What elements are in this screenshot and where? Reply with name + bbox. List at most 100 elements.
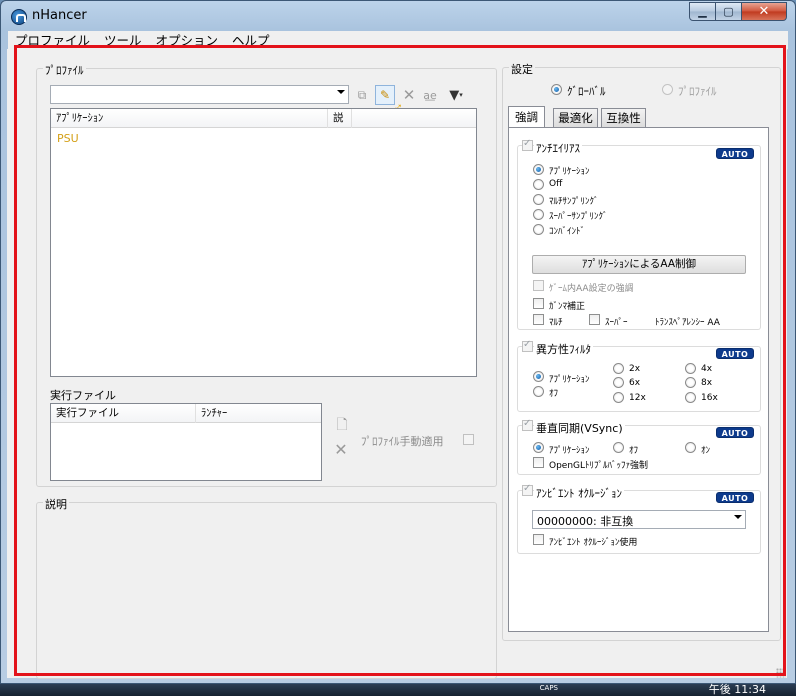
- af-12x-radio[interactable]: [613, 392, 624, 403]
- column-exe[interactable]: 実行ファイル: [51, 404, 196, 423]
- transparency-multi-label: ﾏﾙﾁ: [549, 318, 563, 328]
- vsync-application-radio[interactable]: [533, 442, 544, 453]
- vsync-title: 垂直同期(VSync): [534, 420, 625, 436]
- menu-tools[interactable]: ツール: [97, 31, 149, 50]
- minimize-button[interactable]: ▁: [689, 2, 716, 21]
- resize-grip[interactable]: [776, 668, 786, 678]
- gamma-label: ｶﾞﾝﾏ補正: [549, 302, 586, 312]
- tab-compatibility[interactable]: 互換性: [601, 108, 646, 127]
- exe-list-header: 実行ファイル ﾗﾝﾁｬｰ: [51, 404, 321, 423]
- vsync-off-label: ｵﾌ: [629, 446, 639, 456]
- maximize-button[interactable]: ▢: [716, 2, 742, 21]
- af-6x-radio[interactable]: [613, 377, 624, 388]
- window-title: nHancer: [32, 8, 87, 23]
- vsync-on-label: ｵﾝ: [701, 446, 711, 456]
- menu-options[interactable]: オプション: [149, 31, 226, 50]
- vsync-application-label: ｱﾌﾟﾘｹｰｼｮﾝ: [549, 446, 590, 456]
- af-off-label: ｵﾌ: [549, 389, 559, 399]
- title-bar[interactable]: nHancer ▁ ▢ ✕: [1, 1, 795, 31]
- app-name: PSU: [57, 132, 79, 145]
- copy-icon[interactable]: ⧉: [353, 86, 371, 104]
- af-off-radio[interactable]: [533, 386, 544, 397]
- af-2x-label: 2x: [629, 364, 641, 374]
- description-title: 説明: [43, 496, 69, 512]
- af-6x-label: 6x: [629, 378, 641, 388]
- column-application[interactable]: ｱﾌﾟﾘｹｰｼｮﾝ: [51, 109, 328, 128]
- af-8x-label: 8x: [701, 378, 713, 388]
- chevron-down-icon: [734, 515, 742, 519]
- remove-exe-icon[interactable]: ✕: [332, 440, 350, 459]
- column-description[interactable]: 説: [328, 109, 352, 128]
- anisotropic-title: 異方性ﾌｨﾙﾀ: [534, 341, 593, 357]
- application-list[interactable]: ｱﾌﾟﾘｹｰｼｮﾝ 説 PSU: [50, 108, 477, 377]
- af-4x-radio[interactable]: [685, 363, 696, 374]
- af-4x-label: 4x: [701, 364, 713, 374]
- filter-icon[interactable]: ▼ ▾: [443, 86, 469, 104]
- ambient-occlusion-combo-value: 00000000: 非互換: [537, 515, 634, 528]
- rename-icon[interactable]: a͟e: [421, 86, 439, 104]
- aa-off-radio[interactable]: [533, 179, 544, 190]
- af-16x-label: 16x: [701, 393, 718, 403]
- aa-supersampling-label: ｽｰﾊﾟｰｻﾝﾌﾟﾘﾝｸﾞ: [549, 212, 608, 222]
- nhancer-app-icon: [11, 9, 27, 25]
- aa-multisampling-radio[interactable]: [533, 194, 544, 205]
- scope-global-label: ｸﾞﾛｰﾊﾞﾙ: [567, 85, 606, 98]
- aa-combined-radio[interactable]: [533, 224, 544, 235]
- list-item[interactable]: PSU: [51, 128, 476, 145]
- ambient-occlusion-combo[interactable]: 00000000: 非互換: [532, 510, 746, 529]
- anisotropic-auto-badge: AUTO: [716, 348, 754, 359]
- af-application-radio[interactable]: [533, 371, 544, 382]
- ambient-occlusion-title: ｱﾝﾋﾞｴﾝﾄ ｵｸﾙｰｼﾞｮﾝ: [534, 485, 624, 501]
- clock[interactable]: 午後 11:34: [709, 681, 766, 696]
- aa-application-radio[interactable]: [533, 164, 544, 175]
- gamma-checkbox[interactable]: [533, 298, 544, 309]
- menu-help[interactable]: ヘルプ: [225, 31, 277, 50]
- vsync-off-radio[interactable]: [613, 442, 624, 453]
- exe-list[interactable]: 実行ファイル ﾗﾝﾁｬｰ: [50, 403, 322, 481]
- anisotropic-checkbox[interactable]: [522, 339, 533, 352]
- scope-profile-radio[interactable]: [662, 84, 673, 95]
- menu-bar: プロファイル ツール オプション ヘルプ: [8, 31, 788, 50]
- transparency-super-checkbox[interactable]: [589, 314, 600, 325]
- taskbar: CAPS 午後 11:34: [0, 681, 796, 696]
- tab-optimize[interactable]: 最適化: [553, 108, 598, 127]
- aa-supersampling-radio[interactable]: [533, 209, 544, 220]
- column-launcher[interactable]: ﾗﾝﾁｬｰ: [196, 404, 322, 423]
- transparency-aa-label: ﾄﾗﾝｽﾍﾟｱﾚﾝｼｰ AA: [655, 318, 720, 328]
- scope-global-radio[interactable]: [551, 84, 562, 95]
- aa-app-control-button[interactable]: ｱﾌﾟﾘｹｰｼｮﾝによるAA制御: [532, 255, 746, 274]
- close-button[interactable]: ✕: [742, 2, 787, 21]
- vsync-checkbox[interactable]: [522, 418, 533, 431]
- af-2x-radio[interactable]: [613, 363, 624, 374]
- profile-group-title: ﾌﾟﾛﾌｧｲﾙ: [43, 62, 86, 78]
- profile-combo[interactable]: [50, 85, 349, 104]
- window-controls: ▁ ▢ ✕: [689, 2, 787, 21]
- af-12x-label: 12x: [629, 393, 646, 403]
- aa-application-label: ｱﾌﾟﾘｹｰｼｮﾝ: [549, 167, 590, 177]
- opengl-triple-buffer-label: OpenGLﾄﾘﾌﾟﾙﾊﾞｯﾌｧ強制: [549, 461, 649, 471]
- ambient-occlusion-checkbox[interactable]: [522, 483, 533, 496]
- manual-apply-checkbox[interactable]: [463, 434, 474, 445]
- caps-indicator: CAPS: [539, 684, 558, 692]
- aa-off-label: Off: [549, 179, 563, 189]
- vsync-on-radio[interactable]: [685, 442, 696, 453]
- transparency-multi-checkbox[interactable]: [533, 314, 544, 325]
- af-8x-radio[interactable]: [685, 377, 696, 388]
- settings-title: 設定: [509, 61, 535, 77]
- enhance-tab-panel: ｱﾝﾁｴｲﾘｱｽ AUTO ｱﾌﾟﾘｹｰｼｮﾝ Off ﾏﾙﾁｻﾝﾌﾟﾘﾝｸﾞ …: [508, 127, 769, 632]
- antialias-auto-badge: AUTO: [716, 148, 754, 159]
- application-list-header: ｱﾌﾟﾘｹｰｼｮﾝ 説: [51, 109, 476, 128]
- ingame-aa-checkbox[interactable]: [533, 280, 544, 291]
- antialias-checkbox[interactable]: [522, 138, 533, 151]
- vsync-auto-badge: AUTO: [716, 427, 754, 438]
- manual-apply-label: ﾌﾟﾛﾌｧｲﾙ手動適用: [361, 435, 444, 448]
- opengl-triple-buffer-checkbox[interactable]: [533, 457, 544, 468]
- menu-profile[interactable]: プロファイル: [8, 31, 97, 50]
- add-exe-icon[interactable]: 🗋: [333, 417, 351, 435]
- tab-enhance[interactable]: 強調: [508, 106, 545, 128]
- af-16x-radio[interactable]: [685, 392, 696, 403]
- ambient-occlusion-use-checkbox[interactable]: [533, 534, 544, 545]
- ambient-occlusion-use-label: ｱﾝﾋﾞｴﾝﾄ ｵｸﾙｰｼﾞｮﾝ使用: [549, 538, 638, 548]
- antialias-title: ｱﾝﾁｴｲﾘｱｽ: [534, 140, 582, 156]
- ambient-occlusion-auto-badge: AUTO: [716, 492, 754, 503]
